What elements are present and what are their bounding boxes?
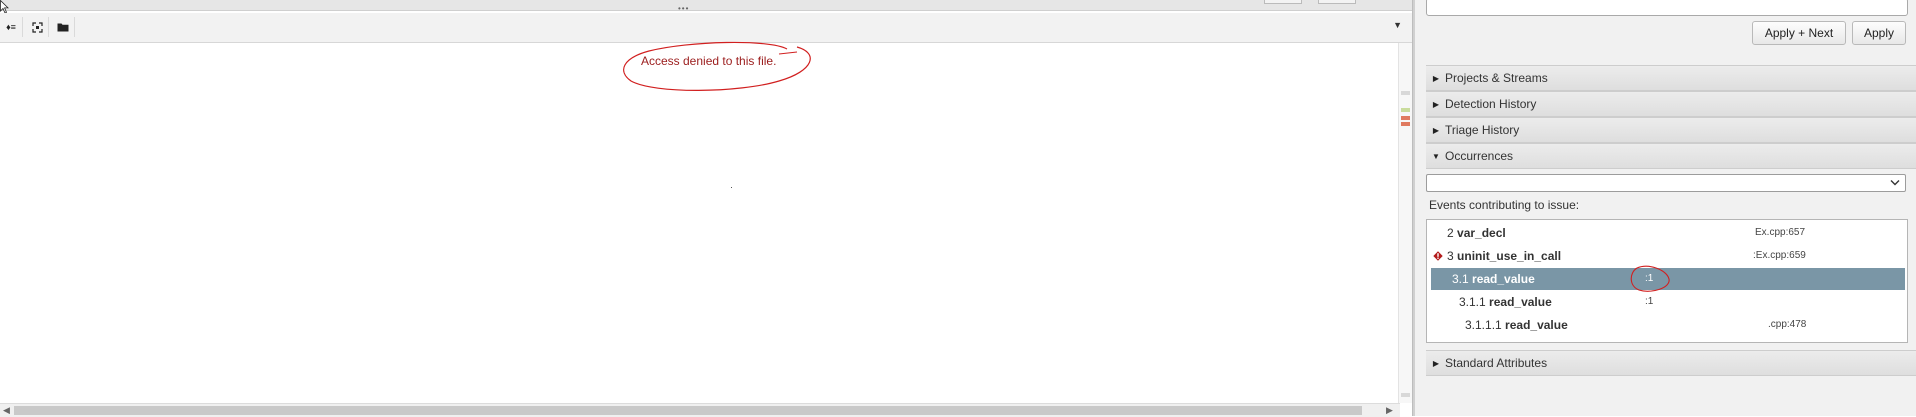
mouse-cursor-icon	[0, 0, 9, 14]
expand-triangle-icon: ▶	[1432, 358, 1440, 368]
red-circle-annotation	[1630, 265, 1670, 292]
event-name: 3.1.1 read_value	[1459, 295, 1552, 309]
event-location: .cpp:478	[1768, 319, 1807, 330]
folder-button[interactable]	[52, 17, 75, 37]
code-editor-area[interactable]	[0, 43, 1400, 403]
section-label: Triage History	[1445, 123, 1520, 137]
access-denied-message: Access denied to this file.	[641, 54, 777, 68]
scroll-marker-green	[1401, 108, 1410, 112]
section-detection-history[interactable]: ▶ Detection History	[1426, 91, 1916, 117]
event-row[interactable]: 3.1.1.1 read_value .cpp:478	[1431, 314, 1905, 336]
section-standard-attributes[interactable]: ▶ Standard Attributes	[1426, 350, 1916, 376]
section-label: Projects & Streams	[1445, 71, 1548, 85]
scroll-marker-red	[1401, 116, 1410, 120]
toolbar-dropdown-icon[interactable]: ▼	[1393, 20, 1402, 30]
section-label: Detection History	[1445, 97, 1537, 111]
section-label: Occurrences	[1445, 149, 1514, 163]
event-row[interactable]: 2 var_decl Ex.cpp:657	[1431, 222, 1905, 244]
expand-triangle-icon: ▶	[1432, 125, 1440, 135]
top-splitter[interactable]: •••	[0, 0, 1412, 13]
section-label: Standard Attributes	[1445, 356, 1548, 370]
occurrence-select[interactable]	[1426, 174, 1906, 192]
event-location: :Ex.cpp:659	[1753, 250, 1806, 261]
event-name: 3.1.1.1 read_value	[1465, 318, 1568, 332]
collapse-triangle-icon: ▼	[1432, 151, 1440, 161]
expand-triangle-icon: ▶	[1432, 73, 1440, 83]
section-projects-streams[interactable]: ▶ Projects & Streams	[1426, 65, 1916, 91]
section-triage-history[interactable]: ▶ Triage History	[1426, 117, 1916, 143]
expand-triangle-icon: ▶	[1432, 99, 1440, 109]
splitter-grip-icon[interactable]: •••	[678, 5, 689, 13]
event-location: :1	[1645, 296, 1654, 307]
issue-details-panel: Apply + Next Apply ▶ Projects & Streams …	[1415, 0, 1916, 416]
event-location: Ex.cpp:657	[1755, 227, 1806, 238]
event-name: 3.1 read_value	[1452, 272, 1535, 286]
event-row-selected[interactable]: 3.1 read_value :1	[1431, 265, 1905, 292]
horizontal-scrollbar[interactable]: ◀ ▶	[0, 403, 1400, 417]
scroll-marker-red	[1401, 122, 1410, 126]
editor-toolbar: ♦≡ ▼	[0, 13, 1412, 43]
event-name: 2 var_decl	[1447, 226, 1506, 240]
event-name: 3 uninit_use_in_call	[1447, 249, 1562, 263]
stray-dot	[731, 187, 732, 188]
error-marker-icon	[1433, 251, 1443, 261]
source-viewer: ••• ♦≡ ▼ Access denied to this file. ◀ ▶	[0, 0, 1413, 417]
list-toggle-icon: ♦≡	[6, 22, 16, 32]
list-toggle-button[interactable]: ♦≡	[0, 17, 23, 37]
top-strip-segment	[1264, 0, 1302, 4]
expand-icon	[31, 21, 43, 33]
section-occurrences[interactable]: ▼ Occurrences	[1426, 143, 1916, 169]
comment-textarea[interactable]	[1426, 0, 1908, 16]
event-row[interactable]: 3.1.1 read_value :1	[1431, 291, 1905, 313]
scroll-right-icon[interactable]: ▶	[1386, 405, 1393, 416]
expand-button[interactable]	[26, 17, 49, 37]
events-label: Events contributing to issue:	[1429, 198, 1580, 212]
events-list: 2 var_decl Ex.cpp:657 3 uninit_use_in_ca…	[1426, 219, 1908, 343]
folder-icon	[57, 23, 69, 32]
scroll-marker	[1401, 91, 1410, 95]
top-strip-segment	[1318, 0, 1356, 4]
apply-button[interactable]: Apply	[1852, 21, 1906, 45]
horizontal-scroll-thumb[interactable]	[14, 406, 1362, 415]
scroll-marker	[1401, 393, 1410, 397]
chevron-down-icon	[1890, 180, 1900, 186]
vertical-scrollbar[interactable]	[1398, 43, 1413, 403]
scroll-left-icon[interactable]: ◀	[3, 405, 10, 416]
apply-next-button[interactable]: Apply + Next	[1752, 21, 1846, 45]
